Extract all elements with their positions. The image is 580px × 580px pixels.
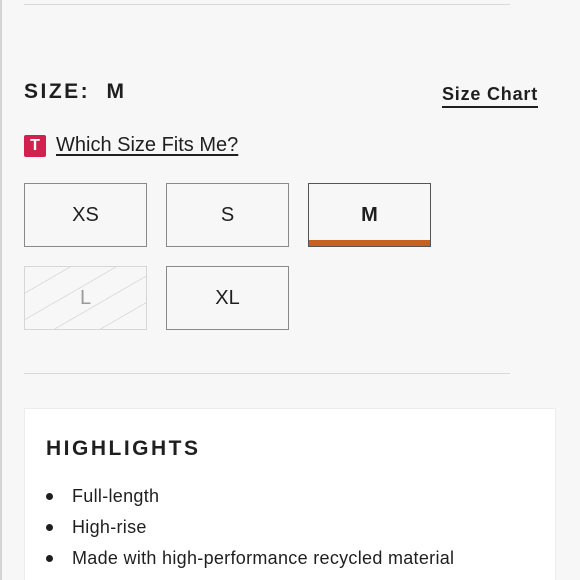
list-item: Made with high-performance recycled mate…: [46, 543, 454, 574]
list-item: Full-length: [46, 481, 454, 512]
section-divider: [24, 373, 510, 374]
bullet-icon: [46, 493, 53, 500]
size-option-label: M: [361, 203, 378, 226]
size-option-label: XS: [72, 203, 99, 226]
highlight-text: Made with high-performance recycled mate…: [72, 548, 455, 568]
bullet-icon: [46, 524, 53, 531]
size-chart-link[interactable]: Size Chart: [441, 84, 538, 108]
size-option-label: S: [220, 203, 235, 226]
top-divider: [24, 4, 510, 5]
size-option-label: L: [79, 286, 92, 309]
size-option-xs[interactable]: XS: [24, 183, 147, 247]
size-option-s[interactable]: S: [166, 183, 289, 247]
which-size-fits-me-link[interactable]: Which Size Fits Me?: [56, 134, 238, 157]
size-option-label: XL: [215, 286, 240, 309]
selected-size-value: M: [106, 80, 127, 103]
highlight-text: High-rise: [72, 517, 147, 537]
size-fit-row: T Which Size Fits Me?: [24, 134, 238, 157]
product-options-page: SIZE: M Size Chart T Which Size Fits Me?…: [0, 0, 580, 580]
size-option-xl[interactable]: XL: [166, 266, 289, 330]
size-label: SIZE:: [24, 80, 91, 103]
highlights-list: Full-length High-rise Made with high-per…: [46, 481, 454, 574]
list-item: High-rise: [46, 512, 454, 543]
highlight-text: Full-length: [72, 486, 160, 506]
highlights-card: HIGHLIGHTS Full-length High-rise Made wi…: [24, 408, 556, 580]
highlights-title: HIGHLIGHTS: [46, 437, 201, 460]
size-header: SIZE: M: [24, 80, 127, 104]
size-option-m[interactable]: M: [308, 183, 431, 247]
left-border: [0, 0, 2, 580]
fit-logo-icon: T: [24, 134, 46, 157]
size-option-l: L: [24, 266, 147, 330]
bullet-icon: [46, 555, 53, 562]
